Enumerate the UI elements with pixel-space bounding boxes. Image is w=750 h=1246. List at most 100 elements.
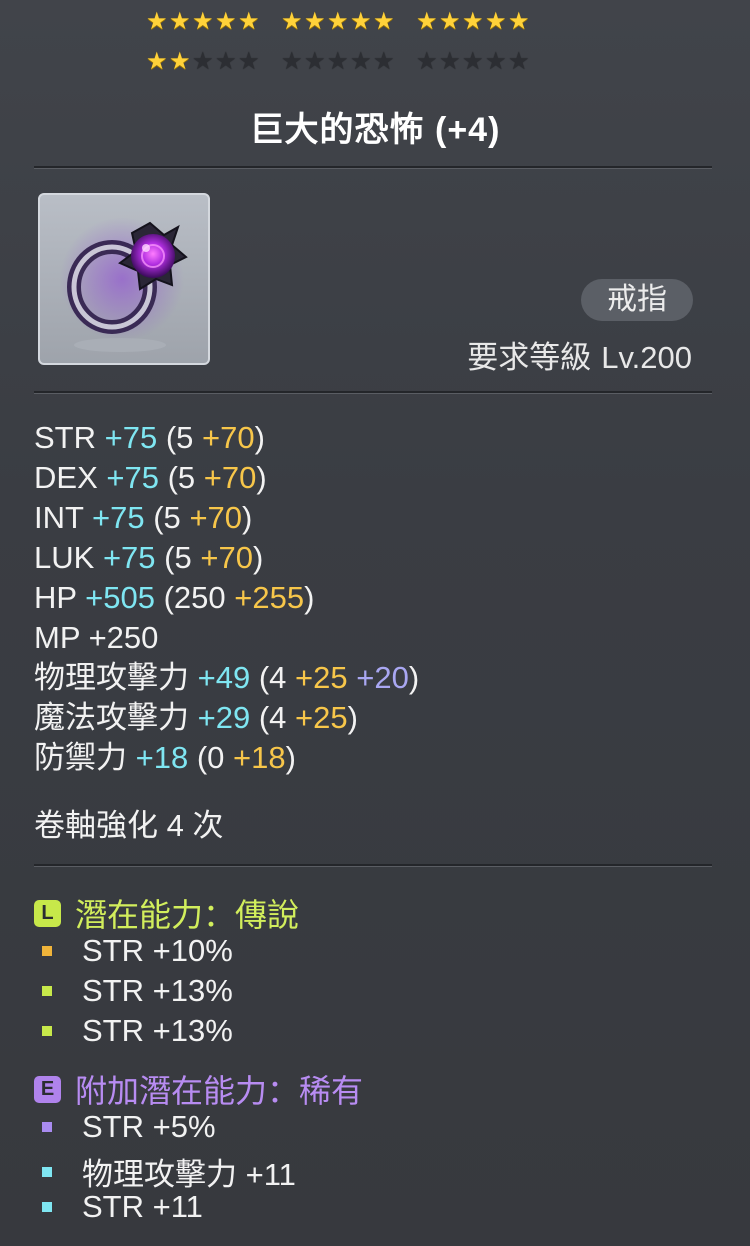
stat-line: LUK +75 (5 +70): [34, 538, 419, 578]
stat-base: (5: [164, 540, 192, 575]
stat-bonus: +255: [234, 580, 305, 615]
required-level-value: Lv.200: [601, 340, 692, 375]
stat-total: +75: [102, 540, 156, 575]
potential-line-text: STR +5%: [82, 1109, 216, 1144]
stat-base: (0: [196, 740, 225, 775]
stat-total: +250: [88, 620, 159, 655]
bullet-icon: [42, 1026, 52, 1036]
additional-potential-title: 附加潛在能力：稀有: [75, 1073, 364, 1109]
potential-line: STR +10%: [34, 933, 233, 969]
star-group: ★ ★ ★ ★ ★: [146, 47, 261, 78]
potential-line-text: STR +13%: [82, 1013, 233, 1048]
star-filled-icon: ★: [215, 7, 237, 35]
item-icon-frame: [38, 193, 210, 365]
star-filled-icon: ★: [146, 7, 168, 35]
star-filled-icon: ★: [373, 7, 395, 35]
potential-line: 物理攻擊力 +11: [34, 1149, 296, 1194]
stat-close: ): [304, 580, 315, 615]
stat-base: (250: [163, 580, 226, 615]
stat-total: +75: [104, 420, 158, 455]
stat-bonus: +70: [203, 460, 257, 495]
divider: [34, 864, 712, 867]
stat-bonus: +70: [200, 540, 253, 575]
stat-name: MP: [34, 620, 80, 655]
potential-line-text: STR +10%: [82, 933, 233, 968]
star-empty-icon: ★: [281, 47, 303, 75]
stat-name: STR: [34, 420, 96, 455]
stat-total: +29: [197, 700, 251, 735]
stat-base: (4: [258, 700, 287, 735]
star-group: ★ ★ ★ ★ ★: [416, 7, 531, 38]
star-filled-icon: ★: [169, 7, 191, 35]
stat-bonus: +70: [189, 500, 243, 535]
stat-line: HP +505 (250 +255): [34, 578, 419, 618]
stat-base: (4: [258, 660, 287, 695]
potential-title: 潛在能力：傳說: [75, 897, 300, 933]
star-empty-icon: ★: [508, 47, 530, 75]
stat-close: ): [256, 460, 267, 495]
stat-name: 物理攻擊力: [34, 660, 189, 695]
star-group: ★ ★ ★ ★ ★: [281, 47, 396, 78]
star-empty-icon: ★: [350, 47, 372, 75]
stat-name: INT: [34, 500, 84, 535]
star-filled-icon: ★: [416, 7, 438, 35]
stat-close: ): [254, 420, 265, 455]
divider: [34, 166, 712, 169]
star-empty-icon: ★: [192, 47, 214, 75]
rare-badge-icon: E: [34, 1075, 61, 1103]
bullet-icon: [42, 1202, 52, 1212]
required-level: 要求等級 Lv.200: [457, 332, 692, 377]
potential-header: L 潛在能力：傳說: [34, 890, 299, 936]
star-empty-icon: ★: [215, 47, 237, 75]
stat-total: +75: [92, 500, 145, 535]
star-filled-icon: ★: [508, 7, 530, 35]
star-empty-icon: ★: [238, 47, 260, 75]
stat-name: DEX: [34, 460, 98, 495]
bullet-icon: [42, 986, 52, 996]
stat-bonus: +20: [356, 660, 409, 695]
stat-base: (5: [153, 500, 181, 535]
item-tooltip: ★ ★ ★ ★ ★ ★ ★ ★ ★ ★ ★ ★ ★ ★ ★ ★ ★ ★ ★ ★ ★ ★ ★ ★ ★ ★ ★ ★ ★ ★ 巨大的恐怖 (+…: [0, 0, 750, 1246]
star-filled-icon: ★: [462, 7, 484, 35]
stat-bonus: +18: [233, 740, 286, 775]
star-group: ★ ★ ★ ★ ★: [146, 7, 261, 38]
potential-line: STR +5%: [34, 1109, 216, 1145]
potential-line-text: STR +13%: [82, 973, 233, 1008]
potential-line: STR +13%: [34, 1013, 233, 1049]
star-empty-icon: ★: [373, 47, 395, 75]
stat-close: ): [252, 540, 264, 575]
stat-bonus: +70: [202, 420, 255, 455]
stat-line: MP +250: [34, 618, 419, 658]
stat-name: 防禦力: [34, 740, 127, 775]
star-force-row-2: ★ ★ ★ ★ ★ ★ ★ ★ ★ ★ ★ ★ ★ ★ ★: [146, 47, 551, 78]
star-empty-icon: ★: [304, 47, 326, 75]
star-filled-icon: ★: [327, 7, 349, 35]
bullet-icon: [42, 946, 52, 956]
star-filled-icon: ★: [350, 7, 372, 35]
star-filled-icon: ★: [304, 7, 326, 35]
star-filled-icon: ★: [485, 7, 507, 35]
potential-line: STR +13%: [34, 973, 233, 1009]
stat-line: STR +75 (5 +70): [34, 418, 419, 458]
potential-line-text: 物理攻擊力 +11: [82, 1157, 296, 1192]
bullet-icon: [42, 1122, 52, 1132]
star-empty-icon: ★: [416, 47, 438, 75]
bullet-icon: [42, 1166, 52, 1177]
stat-close: ): [347, 700, 358, 735]
dark-ring-icon: [60, 217, 188, 352]
stat-line: 防禦力 +18 (0 +18): [34, 738, 419, 778]
stat-name: 魔法攻擊力: [34, 700, 189, 735]
stat-base: (5: [165, 420, 194, 455]
stat-line: 魔法攻擊力 +29 (4 +25): [34, 698, 419, 738]
stat-bonus: +25: [295, 700, 348, 735]
stat-total: +18: [135, 740, 189, 775]
item-name: 巨大的恐怖 (+4): [249, 111, 501, 149]
stat-line: INT +75 (5 +70): [34, 498, 419, 538]
stat-close: ): [242, 500, 253, 535]
stat-name: LUK: [34, 540, 95, 575]
stat-total: +505: [85, 580, 155, 615]
stat-close: ): [285, 740, 296, 775]
star-filled-icon: ★: [238, 7, 260, 35]
stat-bonus: +25: [295, 660, 348, 695]
stat-base: (5: [167, 460, 196, 495]
